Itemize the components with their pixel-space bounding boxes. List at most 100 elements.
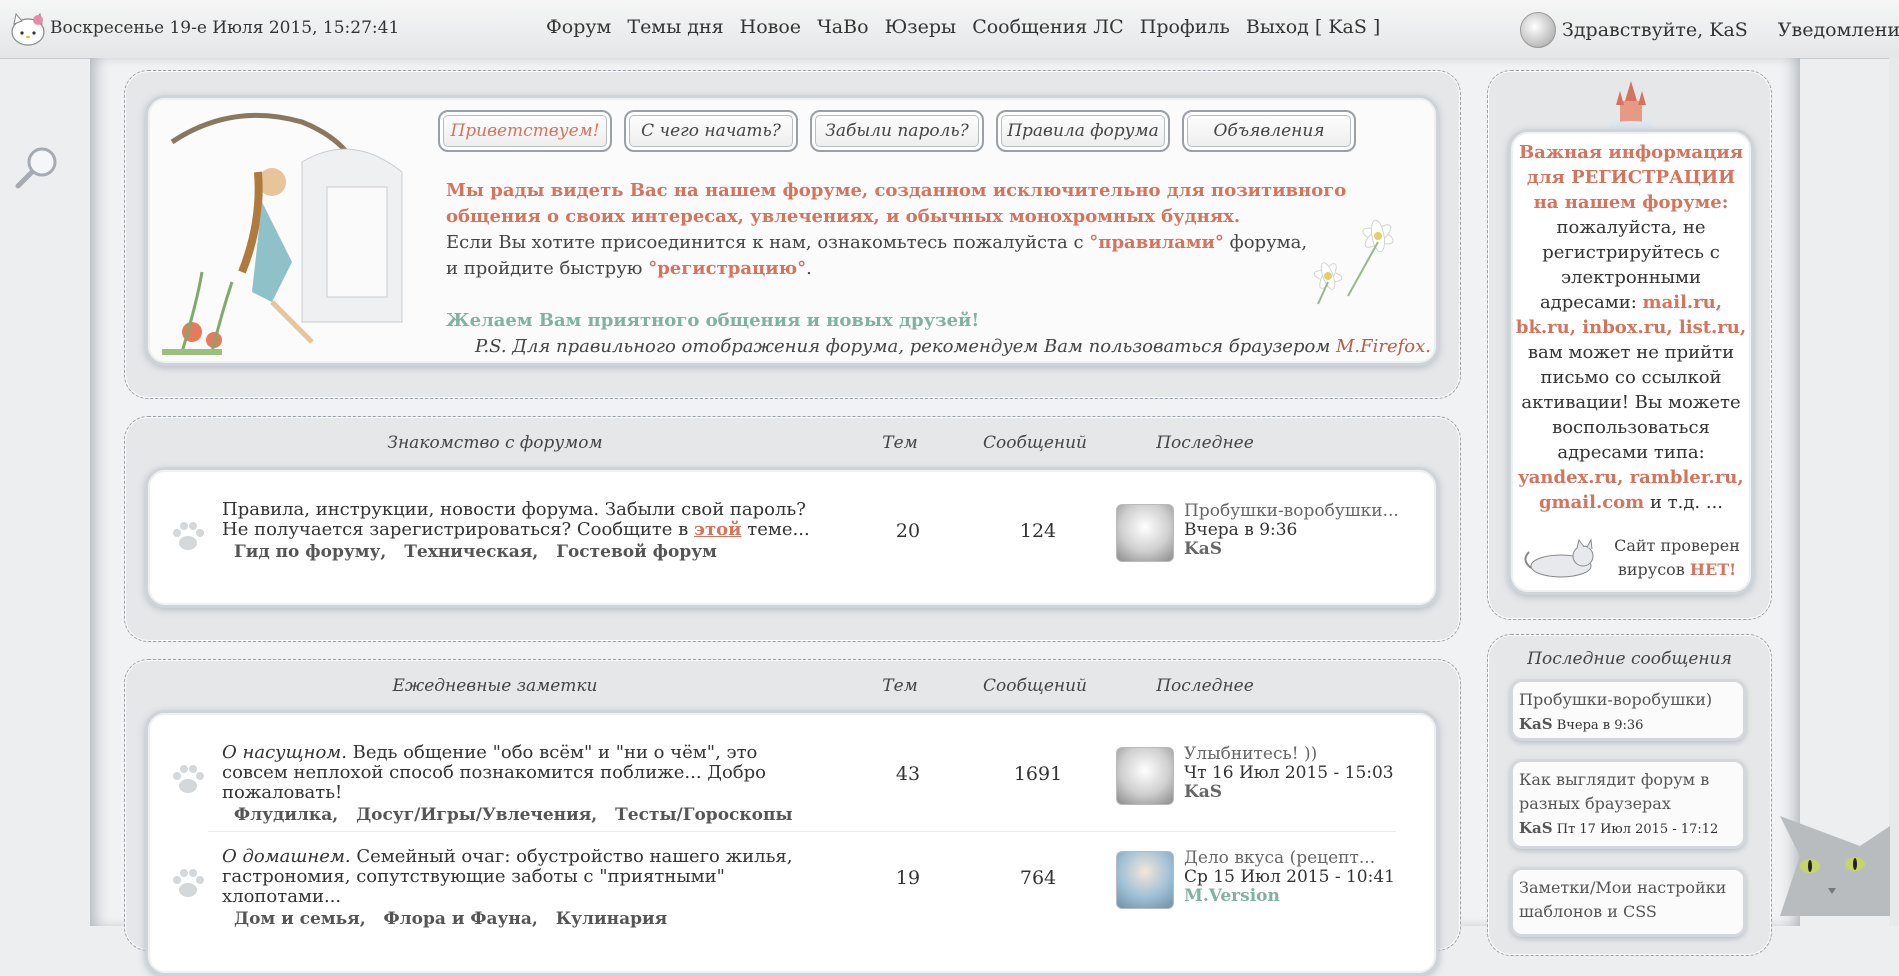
col-posts-header: Сообщений bbox=[982, 676, 1088, 696]
forum-lead[interactable]: О домашнем. bbox=[222, 846, 351, 867]
last-post-avatar[interactable] bbox=[1116, 747, 1174, 805]
post-count: 124 bbox=[1019, 520, 1057, 542]
register-text-tail: . bbox=[806, 258, 812, 279]
welcome-headline: Мы рады видеть Вас на нашем форуме, созд… bbox=[446, 180, 1347, 227]
welcome-inner: Приветствуем! С чего начать? Забыли паро… bbox=[145, 95, 1439, 366]
post-count: 1691 bbox=[1013, 763, 1063, 785]
last-post-time: Вчера в 9:36 bbox=[1184, 520, 1298, 540]
recent-post-time: Пт 17 Июл 2015 - 17:12 bbox=[1556, 822, 1719, 837]
row-divider bbox=[208, 831, 1396, 832]
register-link[interactable]: °регистрацию° bbox=[648, 258, 806, 279]
last-post-title[interactable]: Дело вкуса (рецепт... bbox=[1184, 849, 1444, 868]
subforum-flora-fauna[interactable]: Флора и Фауна bbox=[384, 909, 532, 929]
forum-desc-tail: теме... bbox=[741, 519, 810, 540]
rules-link[interactable]: °правилами° bbox=[1089, 232, 1224, 253]
welcome-wish: Желаем Вам приятного общения и новых дру… bbox=[446, 310, 980, 331]
paw-icon bbox=[173, 522, 204, 550]
recent-post-meta: KaS Пт 17 Июл 2015 - 17:12 bbox=[1519, 816, 1737, 842]
user-greeting: Здравствуйте, KaS Уведомления bbox=[1520, 12, 1899, 48]
notifications-link[interactable]: Уведомления bbox=[1778, 19, 1899, 41]
last-post-user[interactable]: KaS bbox=[1184, 540, 1444, 559]
info-text-3: и т.д. ... bbox=[1644, 492, 1724, 513]
forum-description: О насущном. Ведь общение "обо всём" и "н… bbox=[222, 742, 822, 826]
forum-description: О домашнем. Семейный очаг: обустройство … bbox=[222, 846, 822, 930]
subforum-guest[interactable]: Гостевой форум bbox=[556, 542, 717, 562]
nav-faq[interactable]: ЧаВо bbox=[817, 16, 868, 38]
nav-users[interactable]: Юзеры bbox=[885, 16, 957, 38]
subforum-cooking[interactable]: Кулинария bbox=[556, 909, 667, 929]
nav-profile[interactable]: Профиль bbox=[1140, 16, 1230, 38]
forum-description: Правила, инструкции, новости форума. Заб… bbox=[222, 500, 822, 563]
forum-section-daily: Ежедневные заметки Тем Сообщений Последн… bbox=[124, 659, 1461, 976]
last-post-title[interactable]: Улыбнитесь! )) bbox=[1184, 745, 1444, 764]
paw-icon bbox=[173, 765, 204, 793]
welcome-tabs: Приветствуем! С чего начать? Забыли паро… bbox=[438, 110, 1356, 152]
subforum-home-family[interactable]: Дом и семья bbox=[234, 909, 360, 929]
last-post-user[interactable]: KaS bbox=[1184, 783, 1444, 802]
section-forums: О насущном. Ведь общение "обо всём" и "н… bbox=[145, 710, 1439, 976]
castle-icon bbox=[1609, 81, 1653, 131]
nav-topics-of-day[interactable]: Темы дня bbox=[627, 16, 723, 38]
user-avatar[interactable] bbox=[1520, 12, 1556, 48]
tab-announcements[interactable]: Объявления bbox=[1182, 110, 1356, 152]
subforum-technical[interactable]: Техническая bbox=[404, 542, 532, 562]
tab-getting-started[interactable]: С чего начать? bbox=[624, 110, 798, 152]
nav-logout[interactable]: Выход [ KaS ] bbox=[1246, 16, 1380, 38]
ps-text: P.S. Для правильного отображения форума,… bbox=[474, 336, 1336, 357]
col-posts-header: Сообщений bbox=[982, 433, 1088, 453]
recent-post-title[interactable]: Заметки/Мои настройки шаблонов и CSS bbox=[1519, 876, 1737, 924]
recent-post-title[interactable]: Пробушки-воробушки) bbox=[1519, 688, 1737, 712]
welcome-register-line: и пройдите быструю °регистрацию°. bbox=[446, 256, 1431, 282]
nav-private-messages[interactable]: Сообщения ЛС bbox=[972, 16, 1124, 38]
welcome-text: Мы рады видеть Вас на нашем форуме, созд… bbox=[446, 178, 1431, 360]
register-text: и пройдите быструю bbox=[446, 258, 649, 279]
tab-forgot-password[interactable]: Забыли пароль? bbox=[810, 110, 984, 152]
recent-post-item[interactable]: Заметки/Мои настройки шаблонов и CSS bbox=[1510, 867, 1746, 937]
forum-row[interactable]: О насущном. Ведь общение "обо всём" и "н… bbox=[148, 729, 1436, 829]
recent-post-user[interactable]: KaS bbox=[1519, 819, 1553, 837]
nav-new[interactable]: Новое bbox=[740, 16, 801, 38]
tab-welcome[interactable]: Приветствуем! bbox=[438, 110, 612, 152]
subforum-leisure[interactable]: Досуг/Игры/Увлечения bbox=[356, 805, 591, 825]
recent-post-user[interactable]: KaS bbox=[1519, 715, 1553, 733]
topic-count: 43 bbox=[895, 763, 921, 785]
registration-info-inner: Важная информация для РЕГИСТРАЦИИ на наш… bbox=[1508, 129, 1754, 595]
firefox-link[interactable]: M.Firefox. bbox=[1336, 336, 1431, 357]
last-post-user[interactable]: M.Version bbox=[1184, 887, 1444, 906]
subforum-tests[interactable]: Тесты/Гороскопы bbox=[615, 805, 792, 825]
this-topic-link[interactable]: этой bbox=[694, 519, 741, 540]
last-post: Дело вкуса (рецепт... Ср 15 Июл 2015 - 1… bbox=[1184, 849, 1444, 906]
last-post-avatar[interactable] bbox=[1116, 851, 1174, 909]
subforums: Дом и семья, Флора и Фауна, Кулинария bbox=[234, 909, 668, 929]
registration-info-panel: Важная информация для РЕГИСТРАЦИИ на наш… bbox=[1487, 70, 1772, 620]
forum-lead[interactable]: О насущном. bbox=[222, 742, 347, 763]
magnifier-icon[interactable] bbox=[12, 142, 62, 192]
main-nav: Форум Темы дня Новое ЧаВо Юзеры Сообщени… bbox=[546, 16, 1390, 38]
subforum-guide[interactable]: Гид по форуму bbox=[234, 542, 380, 562]
section-forums: Правила, инструкции, новости форума. Заб… bbox=[145, 467, 1439, 608]
join-text: Если Вы хотите присоединится к нам, озна… bbox=[446, 232, 1090, 253]
greeting-text: Здравствуйте, KaS bbox=[1562, 19, 1748, 41]
forum-section-intro: Знакомство с форумом Тем Сообщений После… bbox=[124, 416, 1461, 642]
subforums: Гид по форуму, Техническая, Гостевой фор… bbox=[234, 542, 717, 562]
section-title: Знакомство с форумом bbox=[387, 433, 603, 453]
tab-forum-rules[interactable]: Правила форума bbox=[996, 110, 1170, 152]
col-topics-header: Тем bbox=[882, 676, 918, 696]
sleeping-cat-icon bbox=[1524, 538, 1594, 578]
nav-forum[interactable]: Форум bbox=[546, 16, 611, 38]
scrollbar[interactable] bbox=[1889, 58, 1899, 926]
welcome-panel: Приветствуем! С чего начать? Забыли паро… bbox=[124, 70, 1461, 399]
recent-post-title[interactable]: Как выглядит форум в разных браузерах bbox=[1519, 768, 1737, 816]
recent-post-item[interactable]: Как выглядит форум в разных браузерах Ka… bbox=[1510, 759, 1746, 849]
forum-row[interactable]: Правила, инструкции, новости форума. Заб… bbox=[148, 486, 1436, 586]
col-last-header: Последнее bbox=[1156, 433, 1254, 453]
recent-post-meta: KaS Вчера в 9:36 bbox=[1519, 712, 1737, 738]
last-post-title[interactable]: Пробушки-воробушки... bbox=[1184, 502, 1444, 521]
last-post-avatar[interactable] bbox=[1116, 504, 1174, 562]
forum-row[interactable]: О домашнем. Семейный очаг: обустройство … bbox=[148, 833, 1436, 933]
subforum-flood[interactable]: Флудилка bbox=[234, 805, 332, 825]
recent-post-time: Вчера в 9:36 bbox=[1556, 718, 1644, 733]
last-post-time: Чт 16 Июл 2015 - 15:03 bbox=[1184, 763, 1394, 783]
top-bar: Воскресенье 19-е Июля 2015, 15:27:41 Фор… bbox=[0, 0, 1899, 59]
recent-post-item[interactable]: Пробушки-воробушки) KaS Вчера в 9:36 bbox=[1510, 679, 1746, 741]
